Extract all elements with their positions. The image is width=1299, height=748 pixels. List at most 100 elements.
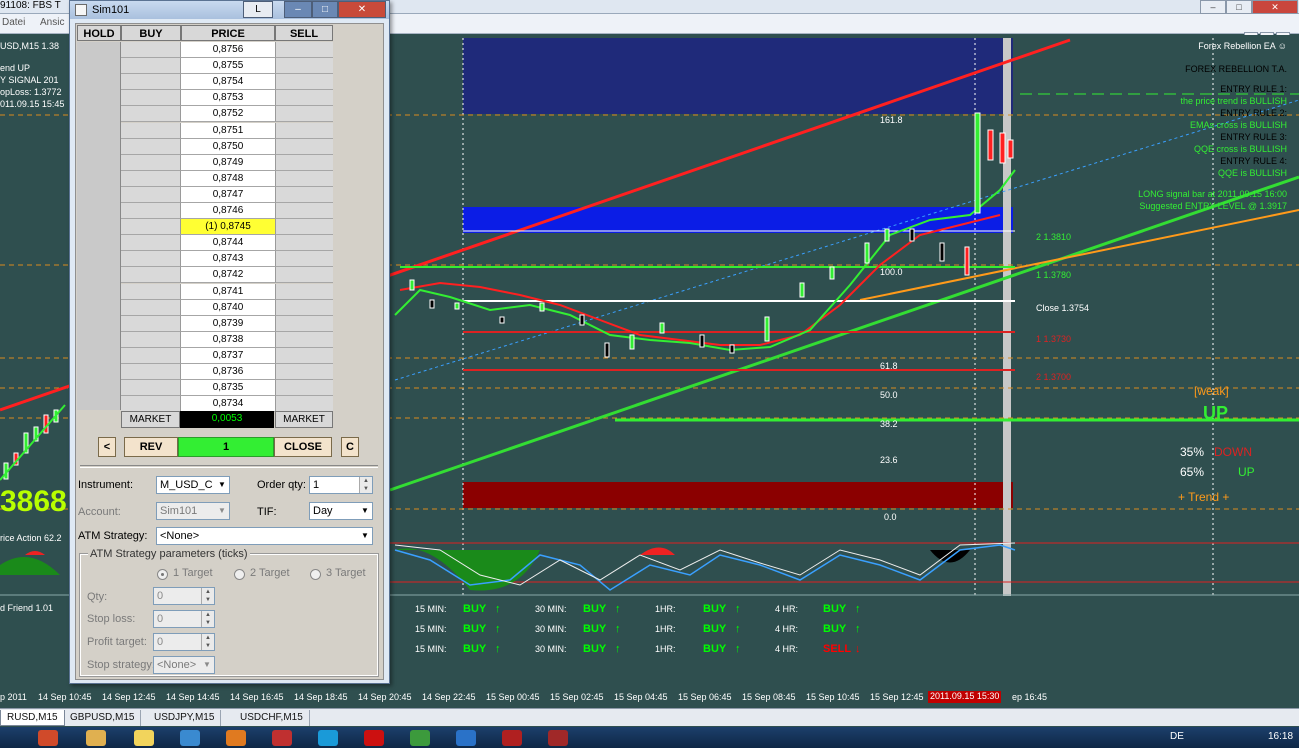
price-cell[interactable]: 0,8736: [181, 364, 275, 380]
price-cell[interactable]: 0,8755: [181, 58, 275, 75]
minimize-button[interactable]: –: [1200, 0, 1226, 14]
buy-cell[interactable]: [121, 219, 181, 236]
taskbar-app-icon[interactable]: [38, 730, 58, 746]
sell-cell[interactable]: [275, 331, 333, 348]
price-cell[interactable]: 0,8749: [181, 154, 275, 171]
buy-cell[interactable]: [121, 251, 181, 268]
tab-gbpusd[interactable]: GBPUSD,M15: [64, 710, 142, 726]
tab-usdjpy[interactable]: USDJPY,M15: [148, 710, 222, 726]
close-icon[interactable]: ✕: [338, 1, 386, 18]
maximize-icon[interactable]: □: [312, 1, 338, 18]
spinner-arrows-icon[interactable]: ▲ ▼: [201, 611, 214, 627]
buy-cell[interactable]: [121, 122, 181, 139]
price-cell[interactable]: 0,8744: [181, 235, 275, 252]
price-cell[interactable]: 0,8737: [181, 347, 275, 364]
order-quantity-display[interactable]: 1: [178, 437, 274, 457]
profit-target-spinner[interactable]: 0 ▲ ▼: [153, 633, 215, 651]
spinner-arrows-icon[interactable]: ▲ ▼: [359, 477, 372, 493]
maximize-button[interactable]: □: [1226, 0, 1252, 14]
buy-cell[interactable]: [121, 380, 181, 397]
buy-cell[interactable]: [121, 106, 181, 123]
sell-cell[interactable]: [275, 299, 333, 316]
price-cell[interactable]: 0,8738: [181, 331, 275, 348]
app-icon-4[interactable]: [548, 730, 568, 746]
price-cell[interactable]: 0,8756: [181, 42, 275, 58]
price-cell[interactable]: 0,8752: [181, 106, 275, 123]
sell-cell[interactable]: [275, 154, 333, 171]
price-cell[interactable]: 0,8748: [181, 170, 275, 187]
sell-cell[interactable]: [275, 58, 333, 75]
buy-cell[interactable]: [121, 347, 181, 364]
price-cell[interactable]: 0,8739: [181, 315, 275, 332]
mail-icon[interactable]: [134, 730, 154, 746]
tab-usdchf[interactable]: USDCHF,M15: [234, 710, 310, 726]
sell-cell[interactable]: [275, 283, 333, 300]
cancel-orders-button[interactable]: C: [341, 437, 359, 457]
buy-cell[interactable]: [121, 74, 181, 91]
sell-cell[interactable]: [275, 106, 333, 123]
superdom-window[interactable]: Sim101 L – □ ✕ HOLD BUY PRICE SELL 0,875…: [69, 0, 390, 684]
price-cell[interactable]: 0,8743: [181, 251, 275, 268]
opera-icon[interactable]: [364, 730, 384, 746]
skype-icon[interactable]: [318, 730, 338, 746]
sell-cell[interactable]: [275, 267, 333, 284]
buy-cell[interactable]: [121, 154, 181, 171]
market-sell-button[interactable]: MARKET: [275, 411, 333, 428]
radio-2-target[interactable]: [234, 569, 245, 580]
buy-cell[interactable]: [121, 170, 181, 187]
sell-cell[interactable]: [275, 90, 333, 107]
price-cell[interactable]: 0,8734: [181, 396, 275, 413]
sell-cell[interactable]: [275, 396, 333, 413]
buy-cell[interactable]: [121, 138, 181, 155]
ie-icon[interactable]: [456, 730, 476, 746]
price-cell[interactable]: 0,8753: [181, 90, 275, 107]
app-icon-2[interactable]: [272, 730, 292, 746]
sell-cell[interactable]: [275, 122, 333, 139]
account-select[interactable]: Sim101 ▼: [156, 502, 230, 520]
buy-cell[interactable]: [121, 203, 181, 219]
price-cell[interactable]: 0,8735: [181, 380, 275, 397]
price-cell[interactable]: 0,8754: [181, 74, 275, 91]
qty-spinner[interactable]: 0 ▲ ▼: [153, 587, 215, 605]
sell-cell[interactable]: [275, 235, 333, 252]
folder-icon[interactable]: [86, 730, 106, 746]
trading-app-icon[interactable]: [410, 730, 430, 746]
sell-cell[interactable]: [275, 138, 333, 155]
price-cell[interactable]: 0,8747: [181, 186, 275, 203]
app-icon[interactable]: [180, 730, 200, 746]
app-icon-3[interactable]: [502, 730, 522, 746]
order-qty-spinner[interactable]: 1 ▲ ▼: [309, 476, 373, 494]
close-position-button[interactable]: CLOSE: [274, 437, 332, 457]
sell-cell[interactable]: [275, 315, 333, 332]
buy-cell[interactable]: [121, 186, 181, 203]
buy-cell[interactable]: [121, 42, 181, 58]
price-cell[interactable]: (1) 0,8745: [181, 219, 275, 236]
close-window-button[interactable]: ✕: [1252, 0, 1298, 14]
buy-cell[interactable]: [121, 396, 181, 413]
radio-1-target[interactable]: [157, 569, 168, 580]
market-buy-button[interactable]: MARKET: [121, 411, 180, 428]
stop-loss-spinner[interactable]: 0 ▲ ▼: [153, 610, 215, 628]
sell-cell[interactable]: [275, 347, 333, 364]
radio-3-target[interactable]: [310, 569, 321, 580]
sell-cell[interactable]: [275, 170, 333, 187]
sell-cell[interactable]: [275, 380, 333, 397]
buy-cell[interactable]: [121, 364, 181, 380]
buy-cell[interactable]: [121, 267, 181, 284]
sell-cell[interactable]: [275, 74, 333, 91]
spinner-arrows-icon[interactable]: ▲ ▼: [201, 588, 214, 604]
tab-eurusd[interactable]: RUSD,M15: [0, 710, 65, 726]
reverse-button[interactable]: REV: [124, 437, 178, 457]
price-cell[interactable]: 0,8741: [181, 283, 275, 300]
sell-cell[interactable]: [275, 251, 333, 268]
sell-cell[interactable]: [275, 42, 333, 58]
menu-item-file[interactable]: Datei: [2, 17, 25, 28]
superdom-title-bar[interactable]: Sim101 L – □ ✕: [70, 1, 389, 19]
buy-cell[interactable]: [121, 283, 181, 300]
price-cell[interactable]: 0,8740: [181, 299, 275, 316]
link-button[interactable]: L: [243, 1, 273, 18]
menu-item-view[interactable]: Ansic: [40, 17, 64, 28]
atm-strategy-select[interactable]: <None> ▼: [156, 527, 373, 545]
price-cell[interactable]: 0,8746: [181, 203, 275, 219]
sell-cell[interactable]: [275, 364, 333, 380]
